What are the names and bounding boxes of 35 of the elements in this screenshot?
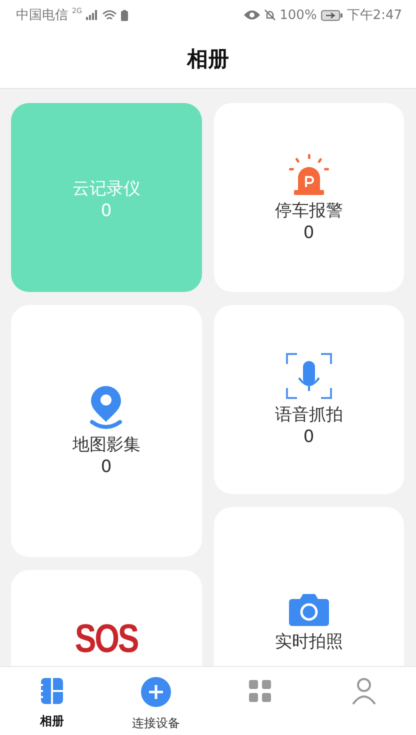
album-name: 语音抓拍 (274, 404, 343, 426)
album-name: 停车报警 (274, 200, 343, 222)
battery-icon (120, 10, 128, 20)
carrier: 中国电信 (16, 7, 68, 24)
album-card[interactable]: 实时拍照 (214, 507, 404, 666)
tab-item[interactable]: 连接设备 (104, 667, 208, 735)
album-card[interactable]: 地图影集 0 (11, 305, 202, 557)
add-icon (141, 677, 171, 707)
siren-icon (286, 152, 331, 196)
person-icon (351, 677, 377, 705)
album-icon (39, 677, 65, 705)
wifi-icon (102, 10, 117, 20)
mute-bell-icon (264, 9, 276, 21)
eye-icon (244, 10, 260, 20)
album-count: 0 (303, 426, 314, 448)
album-name: 实时拍照 (274, 631, 343, 653)
album-count: 0 (303, 222, 314, 244)
album-card[interactable]: 停车报警 0 (214, 103, 404, 292)
location-pin-icon (88, 384, 124, 430)
clock-time: 下午2:47 (346, 7, 402, 24)
page-title: 相册 (187, 46, 229, 73)
album-count: 0 (100, 200, 112, 222)
grid-icon (247, 677, 273, 705)
sos-logo: SOS (74, 616, 138, 662)
album-card[interactable]: 语音抓拍 0 (214, 305, 404, 494)
album-count: 0 (100, 456, 112, 478)
album-name: 云记录仪 (72, 178, 140, 200)
tab-item[interactable]: 相册 (0, 667, 104, 735)
album-name: 地图影集 (72, 434, 140, 456)
charging-battery-icon (320, 10, 343, 20)
album-card[interactable]: SOS (11, 570, 202, 666)
voice-capture-icon (284, 352, 333, 400)
battery-percent: 100% (280, 8, 317, 22)
camera-icon (288, 593, 330, 627)
signal-icon (86, 10, 98, 20)
